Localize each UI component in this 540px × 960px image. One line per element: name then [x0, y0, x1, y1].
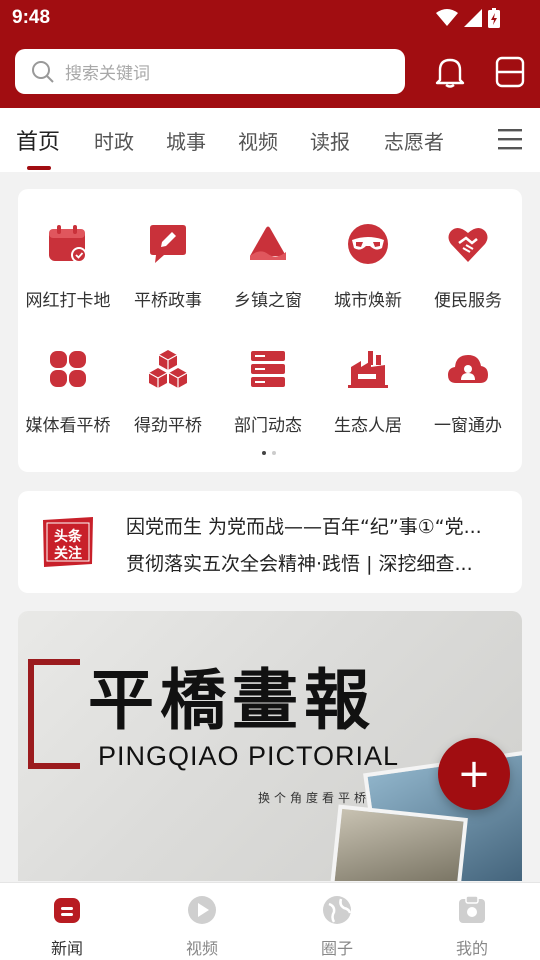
grid-item-ecology[interactable]: 生态人居: [318, 347, 418, 436]
grid-label: 城市焕新: [334, 291, 402, 311]
nav-label: 圈子: [320, 939, 353, 958]
headline-card[interactable]: 头条 关注 因党而生 为党而战——百年“纪”事①“党... 贯彻落实五次全会精神…: [18, 491, 522, 593]
mountain-icon: [250, 226, 286, 260]
grid-label: 得劲平桥: [134, 416, 202, 436]
battery-icon: [488, 8, 500, 28]
grid-label: 一窗通办: [434, 416, 502, 436]
grid-item-media[interactable]: 媒体看平桥: [18, 347, 118, 436]
category-tabs: 首页 时政 城事 视频 读报 志愿者: [0, 108, 540, 172]
banner-photo: [326, 804, 468, 881]
grid-label: 媒体看平桥: [25, 416, 111, 436]
top-header: 9:48 搜索关键词: [0, 0, 540, 108]
notification-button[interactable]: [430, 52, 470, 92]
banner-title-cn: 平橋畫報: [88, 661, 376, 739]
grid-item-departments[interactable]: 部门动态: [218, 347, 318, 436]
tab-newspaper[interactable]: 读报: [310, 126, 350, 155]
search-icon: [32, 60, 54, 83]
add-post-button[interactable]: +: [438, 738, 510, 810]
grid-label: 乡镇之窗: [234, 291, 302, 311]
nav-news[interactable]: 新闻: [27, 895, 107, 959]
tab-home[interactable]: 首页: [16, 124, 60, 156]
nav-profile[interactable]: 我的: [432, 895, 512, 959]
heart-handshake-icon: [448, 227, 488, 262]
page-dot-active: [262, 451, 266, 455]
bottom-navigation: 新闻 视频 圈子 我的: [0, 882, 540, 960]
headline-line-1[interactable]: 因党而生 为党而战——百年“纪”事①“党...: [126, 512, 506, 539]
scan-icon: [495, 56, 525, 88]
headline-line-2[interactable]: 贯彻落实五次全会精神·践悟 | 深挖细查...: [126, 549, 506, 576]
svg-text:头条: 头条: [54, 528, 83, 545]
cloud-user-icon: [448, 355, 488, 383]
status-bar: 9:48: [0, 0, 540, 38]
pictorial-banner[interactable]: 平橋畫報 PINGQIAO PICTORIAL 换个角度看平桥: [18, 611, 522, 881]
news-icon: [54, 898, 80, 923]
grid-label: 生态人居: [334, 416, 402, 436]
headline-badge-logo: 头条 关注: [40, 514, 96, 570]
grid-item-services[interactable]: 便民服务: [418, 222, 518, 311]
nav-label: 我的: [455, 939, 488, 958]
scan-button[interactable]: [490, 52, 530, 92]
profile-icon: [459, 895, 485, 923]
grid-item-dejin[interactable]: 得劲平桥: [118, 347, 218, 436]
grid-label: 部门动态: [234, 416, 302, 436]
svg-text:关注: 关注: [54, 545, 82, 562]
page-dot: [272, 451, 276, 455]
signal-icon: [464, 9, 482, 27]
server-icon: [251, 351, 285, 387]
grid-label: 便民服务: [434, 291, 502, 311]
search-placeholder: 搜索关键词: [65, 64, 150, 84]
play-icon: [188, 896, 216, 924]
grid-item-city-renewal[interactable]: 城市焕新: [318, 222, 418, 311]
banner-subtitle: 换个角度看平桥: [258, 791, 371, 805]
status-time: 9:48: [12, 7, 51, 28]
search-bar[interactable]: 搜索关键词: [15, 49, 405, 94]
nav-video[interactable]: 视频: [162, 895, 242, 959]
tab-volunteer[interactable]: 志愿者: [384, 126, 444, 155]
edit-chat-icon: [150, 225, 186, 263]
tab-politics[interactable]: 时政: [94, 126, 134, 155]
grid-item-affairs[interactable]: 平桥政事: [118, 222, 218, 311]
grid-label: 平桥政事: [134, 291, 202, 311]
nav-label: 新闻: [50, 939, 83, 958]
tab-city[interactable]: 城事: [166, 126, 206, 155]
menu-icon[interactable]: [498, 128, 522, 150]
active-tab-indicator: [27, 166, 51, 170]
globe-icon: [323, 896, 352, 924]
factory-icon: [348, 351, 388, 388]
grid-item-one-window[interactable]: 一窗通办: [418, 347, 518, 436]
page-indicator: [262, 451, 276, 455]
bell-icon: [435, 58, 465, 88]
tab-video[interactable]: 视频: [238, 126, 278, 155]
grid-item-towns[interactable]: 乡镇之窗: [218, 222, 318, 311]
grid-label: 网红打卡地: [25, 291, 111, 311]
grid-item-checkin[interactable]: 网红打卡地: [18, 222, 118, 311]
nav-circle[interactable]: 圈子: [297, 895, 377, 959]
wifi-icon: [436, 9, 458, 26]
nav-label: 视频: [185, 939, 218, 958]
calendar-check-icon: [49, 225, 87, 263]
banner-frame: [28, 659, 80, 769]
goggles-icon: [348, 224, 388, 264]
banner-title-en: PINGQIAO PICTORIAL: [98, 741, 400, 771]
service-grid: 网红打卡地 平桥政事 乡镇之窗 城市焕新 便民服务 媒体看平桥 得劲平桥 部门动…: [18, 189, 522, 472]
cubes-icon: [148, 350, 188, 388]
status-icons: [436, 8, 500, 28]
clover-icon: [50, 351, 86, 387]
